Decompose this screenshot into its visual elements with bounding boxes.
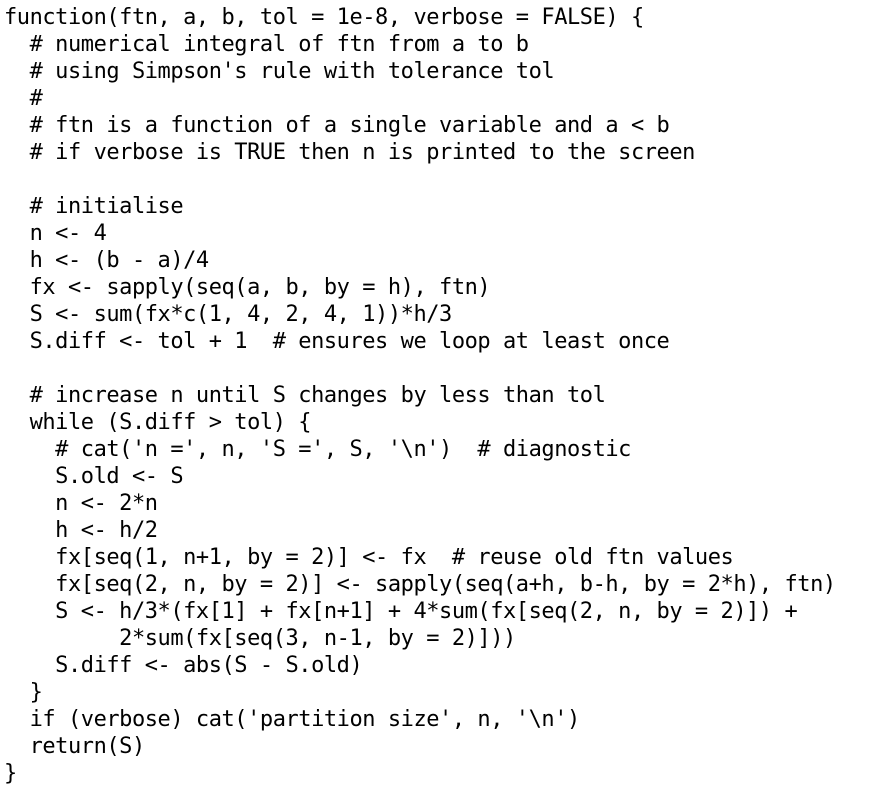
code-line-2: # numerical integral of ftn from a to b	[4, 32, 529, 57]
code-line-24: 2*sum(fx[seq(3, n-1, by = 2)]))	[4, 626, 516, 651]
code-line-23: S <- h/3*(fx[1] + fx[n+1] + 4*sum(fx[seq…	[4, 599, 798, 624]
code-line-1: function(ftn, a, b, tol = 1e-8, verbose …	[4, 5, 644, 30]
code-line-17: # cat('n =', n, 'S =', S, '\n') # diagno…	[4, 437, 631, 462]
code-line-26: }	[4, 680, 43, 705]
code-line-25: S.diff <- abs(S - S.old)	[4, 653, 363, 678]
code-line-22: fx[seq(2, n, by = 2)] <- sapply(seq(a+h,…	[4, 572, 836, 597]
code-line-19: n <- 2*n	[4, 491, 158, 516]
code-line-9: n <- 4	[4, 221, 107, 246]
code-line-27: if (verbose) cat('partition size', n, '\…	[4, 707, 581, 732]
code-line-6: # if verbose is TRUE then n is printed t…	[4, 140, 696, 165]
code-line-15: # increase n until S changes by less tha…	[4, 383, 606, 408]
code-line-3: # using Simpson's rule with tolerance to…	[4, 59, 555, 84]
code-line-16: while (S.diff > tol) {	[4, 410, 312, 435]
code-line-11: fx <- sapply(seq(a, b, by = h), ftn)	[4, 275, 491, 300]
code-line-12: S <- sum(fx*c(1, 4, 2, 4, 1))*h/3	[4, 302, 453, 327]
code-line-29: }	[4, 761, 17, 784]
code-line-10: h <- (b - a)/4	[4, 248, 210, 273]
code-line-13: S.diff <- tol + 1 # ensures we loop at l…	[4, 329, 670, 354]
code-line-8: # initialise	[4, 194, 184, 219]
code-line-5: # ftn is a function of a single variable…	[4, 113, 670, 138]
code-line-20: h <- h/2	[4, 518, 158, 543]
code-line-28: return(S)	[4, 734, 146, 759]
code-line-18: S.old <- S	[4, 464, 184, 489]
code-view: function(ftn, a, b, tol = 1e-8, verbose …	[4, 4, 888, 784]
code-line-21: fx[seq(1, n+1, by = 2)] <- fx # reuse ol…	[4, 545, 734, 570]
code-line-4: #	[4, 86, 43, 111]
